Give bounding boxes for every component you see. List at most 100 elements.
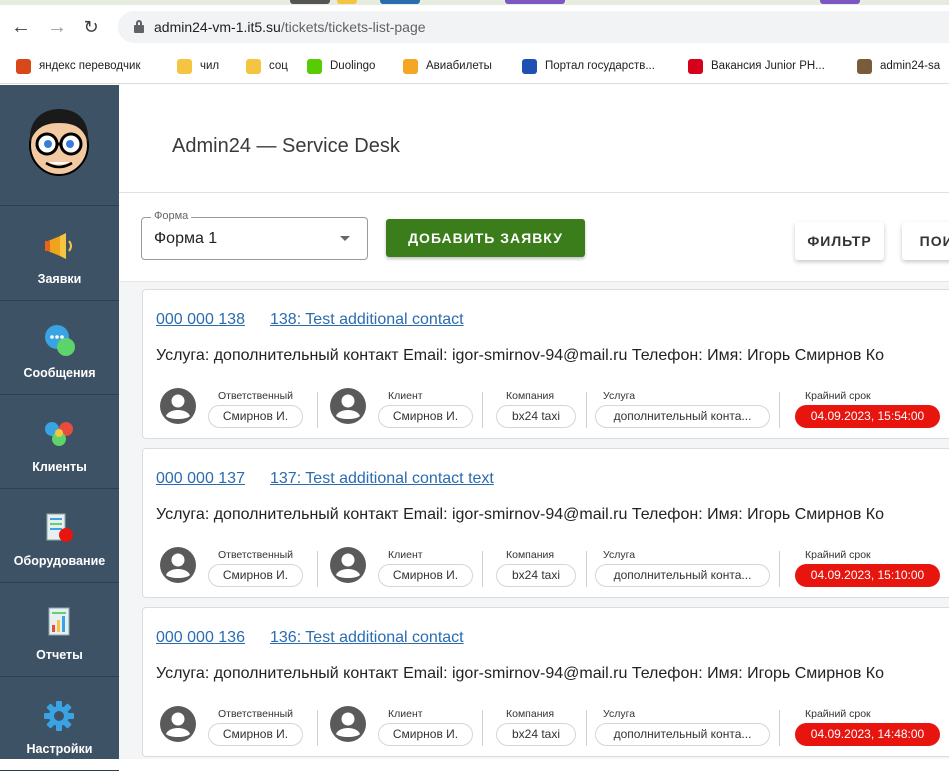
deadline-value: 04.09.2023, 15:10:00: [795, 564, 940, 587]
ticket-card[interactable]: 000 000 136 136: Test additional contact У…: [142, 607, 949, 757]
client-field[interactable]: Клиент Смирнов И.: [378, 708, 473, 746]
deadline-label: Крайний срок: [805, 708, 871, 720]
client-field[interactable]: Клиент Смирнов И.: [378, 549, 473, 587]
search-button[interactable]: ПОИСК: [902, 222, 949, 260]
bookmark-favicon-icon: [246, 59, 261, 74]
responsible-field[interactable]: Ответственный Смирнов И.: [208, 549, 303, 587]
sidebar-item-0[interactable]: Заявки: [0, 207, 119, 301]
deadline-field[interactable]: Крайний срок 04.09.2023, 15:10:00: [795, 549, 940, 587]
divider: [779, 392, 780, 428]
service-field[interactable]: Услуга дополнительный конта...: [595, 390, 770, 428]
app-header: Admin24 — Service Desk: [119, 85, 949, 193]
clients-icon: [42, 417, 76, 451]
form-select-value: Форма 1: [154, 230, 218, 247]
sidebar-item-1[interactable]: Сообщения: [0, 301, 119, 395]
megaphone-icon: [42, 229, 76, 263]
ticket-title-link[interactable]: 136: Test additional contact: [270, 629, 464, 647]
divider: [317, 551, 318, 587]
deadline-label: Крайний срок: [805, 549, 871, 561]
deadline-value: 04.09.2023, 15:54:00: [795, 405, 940, 428]
responsible-field[interactable]: Ответственный Смирнов И.: [208, 390, 303, 428]
client-avatar-icon: [329, 387, 367, 425]
client-value: Смирнов И.: [378, 564, 473, 587]
ticket-number-link[interactable]: 000 000 137: [156, 470, 245, 488]
url-field[interactable]: admin24-vm-1.it5.su/tickets/tickets-list…: [118, 11, 949, 43]
responsible-label: Ответственный: [218, 708, 293, 720]
sidebar-item-3[interactable]: Оборудование: [0, 489, 119, 583]
company-label: Компания: [506, 708, 555, 720]
service-label: Услуга: [603, 549, 636, 561]
bookmark-favicon-icon: [307, 59, 322, 74]
service-field[interactable]: Услуга дополнительный конта...: [595, 549, 770, 587]
responsible-avatar-icon: [159, 546, 197, 584]
service-value: дополнительный конта...: [595, 405, 770, 428]
service-value: дополнительный конта...: [595, 723, 770, 746]
sidebar-item-label: Отчеты: [36, 648, 83, 662]
company-label: Компания: [506, 390, 555, 402]
ticket-number-link[interactable]: 000 000 136: [156, 629, 245, 647]
sidebar-item-5[interactable]: Настройки: [0, 677, 119, 771]
ticket-title-link[interactable]: 138: Test additional contact: [270, 311, 464, 329]
client-label: Клиент: [388, 390, 423, 402]
sidebar-item-label: Клиенты: [32, 460, 87, 474]
avatar[interactable]: [0, 85, 119, 206]
report-icon: [42, 605, 76, 639]
company-value: bx24 taxi: [496, 405, 576, 428]
bookmark-favicon-icon: [403, 59, 418, 74]
client-avatar-icon: [329, 546, 367, 584]
client-value: Смирнов И.: [378, 405, 473, 428]
company-field[interactable]: Компания bx24 taxi: [496, 390, 581, 428]
sidebar-item-4[interactable]: Отчеты: [0, 583, 119, 677]
company-field[interactable]: Компания bx24 taxi: [496, 708, 581, 746]
deadline-field[interactable]: Крайний срок 04.09.2023, 14:48:00: [795, 708, 940, 746]
sidebar-item-label: Оборудование: [13, 554, 106, 568]
sidebar-item-2[interactable]: Клиенты: [0, 395, 119, 489]
company-field[interactable]: Компания bx24 taxi: [496, 549, 581, 587]
sidebar-item-label: Сообщения: [23, 366, 96, 380]
service-field[interactable]: Услуга дополнительный конта...: [595, 708, 770, 746]
back-arrow-icon[interactable]: ←: [10, 16, 32, 38]
bookmark-favicon-icon: [522, 59, 537, 74]
lock-icon: [134, 20, 144, 33]
service-label: Услуга: [603, 390, 636, 402]
client-field[interactable]: Клиент Смирнов И.: [378, 390, 473, 428]
client-label: Клиент: [388, 549, 423, 561]
url-text: admin24-vm-1.it5.su/tickets/tickets-list…: [154, 19, 426, 35]
gear-icon: [42, 699, 76, 733]
sidebar-item-label: Заявки: [37, 272, 82, 286]
ticket-title-link[interactable]: 137: Test additional contact text: [270, 470, 494, 488]
ticket-description: Услуга: дополнительный контакт Email: ig…: [156, 506, 884, 523]
reload-icon[interactable]: ↻: [80, 16, 102, 38]
form-select[interactable]: Форма Форма 1: [141, 210, 368, 260]
forward-arrow-icon[interactable]: →: [46, 16, 68, 38]
bookmark-favicon-icon: [177, 59, 192, 74]
deadline-field[interactable]: Крайний срок 04.09.2023, 15:54:00: [795, 390, 940, 428]
ticket-description: Услуга: дополнительный контакт Email: ig…: [156, 665, 884, 682]
ticket-number-link[interactable]: 000 000 138: [156, 311, 245, 329]
bookmark-label: Портал государств...: [545, 60, 655, 72]
ticket-description: Услуга: дополнительный контакт Email: ig…: [156, 347, 884, 364]
responsible-value: Смирнов И.: [208, 564, 303, 587]
client-value: Смирнов И.: [378, 723, 473, 746]
bookmark-label: чил: [200, 60, 220, 72]
service-value: дополнительный конта...: [595, 564, 770, 587]
bookmark-label: admin24-sa: [880, 60, 941, 72]
divider: [317, 392, 318, 428]
filter-button[interactable]: ФИЛЬТР: [795, 222, 884, 260]
sidebar-item-label: Настройки: [26, 742, 93, 756]
ticket-card[interactable]: 000 000 138 138: Test additional contact У…: [142, 289, 949, 439]
chevron-down-icon: [340, 236, 350, 241]
responsible-value: Смирнов И.: [208, 723, 303, 746]
bookmark-favicon-icon: [16, 59, 31, 74]
divider: [779, 710, 780, 746]
service-label: Услуга: [603, 708, 636, 720]
responsible-avatar-icon: [159, 705, 197, 743]
bookmark-label: яндекс переводчик: [39, 60, 141, 72]
ticket-card[interactable]: 000 000 137 137: Test additional contact …: [142, 448, 949, 598]
responsible-field[interactable]: Ответственный Смирнов И.: [208, 708, 303, 746]
responsible-value: Смирнов И.: [208, 405, 303, 428]
bookmark-favicon-icon: [688, 59, 703, 74]
avatar-face-icon: [29, 109, 89, 176]
bookmark-label: Авиабилеты: [426, 60, 492, 72]
add-ticket-button[interactable]: ДОБАВИТЬ ЗАЯВКУ: [386, 219, 585, 257]
